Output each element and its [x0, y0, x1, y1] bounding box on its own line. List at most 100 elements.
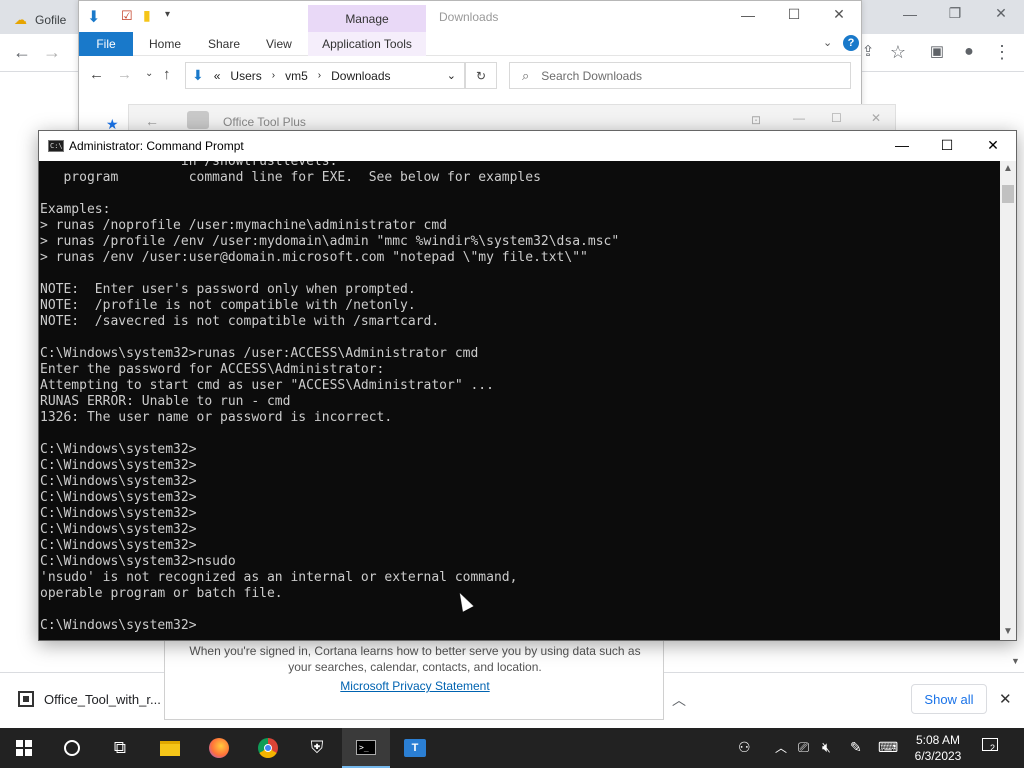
network-icon[interactable]: ⎚ — [798, 739, 809, 756]
page-scroll-down-icon[interactable]: ▼ — [1011, 656, 1020, 666]
explorer-forward-icon[interactable]: → — [117, 66, 132, 83]
explorer-maximize-icon[interactable]: ☐ — [779, 6, 809, 23]
cmd-console[interactable]: in /showtrustlevels. program command lin… — [39, 161, 1000, 640]
cmd-line: in /showtrustlevels. — [40, 161, 338, 169]
cmd-line: C:\Windows\system32>nsudo — [40, 554, 236, 569]
command-prompt-icon[interactable]: >_ — [342, 728, 390, 768]
keyboard-icon[interactable]: ⌨ — [878, 739, 898, 756]
explorer-close-icon[interactable]: ✕ — [824, 6, 854, 23]
recent-locations-icon[interactable]: ⌄ — [145, 68, 153, 79]
help-icon[interactable]: ? — [843, 35, 859, 51]
new-folder-icon[interactable]: ▮ — [143, 7, 151, 24]
cmd-title: Administrator: Command Prompt — [69, 139, 244, 153]
show-all-button[interactable]: Show all — [911, 684, 987, 714]
chrome-icon[interactable] — [244, 728, 292, 768]
download-chevron-up-icon[interactable]: ︿ — [672, 690, 686, 710]
action-center-icon[interactable]: 2 — [982, 738, 998, 754]
tab-home[interactable]: Home — [149, 37, 181, 51]
downloads-folder-icon: ⬇ — [192, 67, 204, 83]
security-icon[interactable]: ⛨ — [293, 728, 341, 768]
cmd-line — [40, 602, 1000, 618]
quick-access-dropdown-icon[interactable]: ▾ — [165, 9, 170, 20]
chrome-minimize-icon[interactable]: — — [895, 6, 925, 22]
explorer-address-row: ← → ⌄ ↑ ⬇ « Users › vm5 › Downloads ⌄ ↻ … — [79, 56, 861, 96]
ribbon-expand-chevron-icon[interactable]: ⌄ — [823, 36, 832, 49]
explorer-minimize-icon[interactable]: — — [733, 7, 763, 23]
firefox-icon[interactable] — [195, 728, 243, 768]
explorer-back-icon[interactable]: ← — [89, 66, 104, 83]
otp-maximize-icon[interactable]: ☐ — [831, 111, 842, 125]
cmd-maximize-icon[interactable]: ☐ — [932, 137, 962, 154]
search-placeholder: Search Downloads — [541, 68, 643, 83]
breadcrumb-users[interactable]: Users — [230, 69, 261, 83]
cmd-line: C:\Windows\system32> — [40, 458, 197, 473]
otp-pin-icon[interactable]: ⊡ — [751, 113, 761, 127]
address-dropdown-icon[interactable]: ⌄ — [447, 69, 456, 82]
cmd-line: > runas /profile /env /user:mydomain\adm… — [40, 234, 620, 249]
cmd-minimize-icon[interactable]: — — [887, 137, 917, 153]
back-arrow-icon[interactable]: ← — [10, 42, 34, 62]
tab-file[interactable]: File — [79, 32, 133, 56]
cortana-privacy-panel: When you're signed in, Cortana learns ho… — [164, 640, 664, 720]
cmd-line: NOTE: Enter user's password only when pr… — [40, 282, 416, 297]
scroll-up-icon[interactable]: ▲ — [1002, 163, 1014, 174]
cmd-line: C:\Windows\system32> — [40, 506, 197, 521]
people-icon[interactable]: ⚇ — [738, 739, 751, 756]
scroll-down-icon[interactable]: ▼ — [1002, 626, 1014, 637]
otp-close-icon[interactable]: ✕ — [871, 111, 881, 125]
otp-back-icon[interactable]: ← — [145, 113, 159, 129]
otp-logo-icon — [187, 111, 209, 129]
scroll-thumb[interactable] — [1002, 185, 1014, 203]
show-hidden-icons-icon[interactable]: ︿ — [775, 739, 787, 756]
archive-file-icon — [18, 691, 34, 707]
gofile-favicon-icon: ☁ — [14, 12, 27, 27]
sidebar-icon[interactable]: ▣ — [925, 42, 949, 62]
up-arrow-icon[interactable]: ↑ — [163, 66, 171, 83]
refresh-button[interactable]: ↻ — [465, 62, 497, 89]
pen-icon[interactable]: ✎ — [850, 739, 862, 756]
office-tool-icon[interactable]: T — [391, 728, 439, 768]
tab-application-tools[interactable]: Application Tools — [308, 32, 426, 56]
properties-icon[interactable]: ☑ — [121, 8, 133, 24]
cmd-line — [40, 266, 1000, 282]
forward-arrow-icon[interactable]: → — [40, 42, 64, 62]
breadcrumb-overflow[interactable]: « — [214, 69, 221, 83]
chrome-close-icon[interactable]: ✕ — [986, 5, 1016, 22]
search-downloads-input[interactable]: ⌕ Search Downloads — [509, 62, 851, 89]
breadcrumb-vm5[interactable]: vm5 — [285, 69, 308, 83]
file-explorer-icon[interactable] — [146, 728, 194, 768]
otp-minimize-icon[interactable]: — — [793, 111, 805, 125]
cmd-line — [40, 186, 1000, 202]
cmd-line: C:\Windows\system32>runas /user:ACCESS\A… — [40, 346, 479, 361]
cmd-close-icon[interactable]: ✕ — [978, 137, 1008, 154]
quick-access-download-icon[interactable]: ⬇ — [87, 7, 100, 27]
tab-view[interactable]: View — [266, 37, 292, 51]
cortana-icon[interactable] — [48, 728, 96, 768]
breadcrumb-downloads[interactable]: Downloads — [331, 69, 390, 83]
otp-title: Office Tool Plus — [223, 115, 306, 129]
refresh-icon: ↻ — [475, 68, 487, 83]
privacy-statement-link[interactable]: Microsoft Privacy Statement — [165, 679, 665, 693]
download-item[interactable]: Office_Tool_with_r... — [18, 691, 161, 707]
taskbar: ⧉ ⛨ >_ T ⚇ ︿ ⎚ 🔇︎ ✎ ⌨ 5:08 AM 6/3/2023 2 — [0, 728, 1024, 768]
cmd-line: C:\Windows\system32> — [40, 474, 197, 489]
manage-tab[interactable]: Manage — [308, 5, 426, 32]
profile-avatar-icon[interactable]: ● — [957, 42, 981, 62]
downloads-close-icon[interactable]: ✕ — [999, 690, 1012, 708]
cmd-app-icon[interactable]: C:\ — [48, 140, 64, 152]
clock[interactable]: 5:08 AM 6/3/2023 — [908, 732, 968, 764]
cmd-line: C:\Windows\system32> — [40, 522, 197, 537]
chrome-menu-icon[interactable]: ⋮ — [990, 42, 1014, 62]
cmd-line: > runas /noprofile /user:mymachine\admin… — [40, 218, 447, 233]
cmd-scrollbar[interactable]: ▲ ▼ — [1000, 161, 1016, 640]
task-view-icon[interactable]: ⧉ — [96, 728, 144, 768]
cmd-line: C:\Windows\system32> — [40, 490, 197, 505]
chrome-tab[interactable]: ☁ Gofile — [14, 6, 66, 34]
bookmark-star-icon[interactable]: ☆ — [886, 42, 910, 62]
start-icon[interactable] — [0, 728, 48, 768]
tab-share[interactable]: Share — [208, 37, 240, 51]
volume-muted-icon[interactable]: 🔇︎ — [822, 739, 831, 756]
address-bar[interactable]: ⬇ « Users › vm5 › Downloads ⌄ — [185, 62, 465, 89]
chrome-restore-icon[interactable]: ❐ — [940, 5, 970, 22]
cmd-line: C:\Windows\system32> — [40, 618, 197, 633]
